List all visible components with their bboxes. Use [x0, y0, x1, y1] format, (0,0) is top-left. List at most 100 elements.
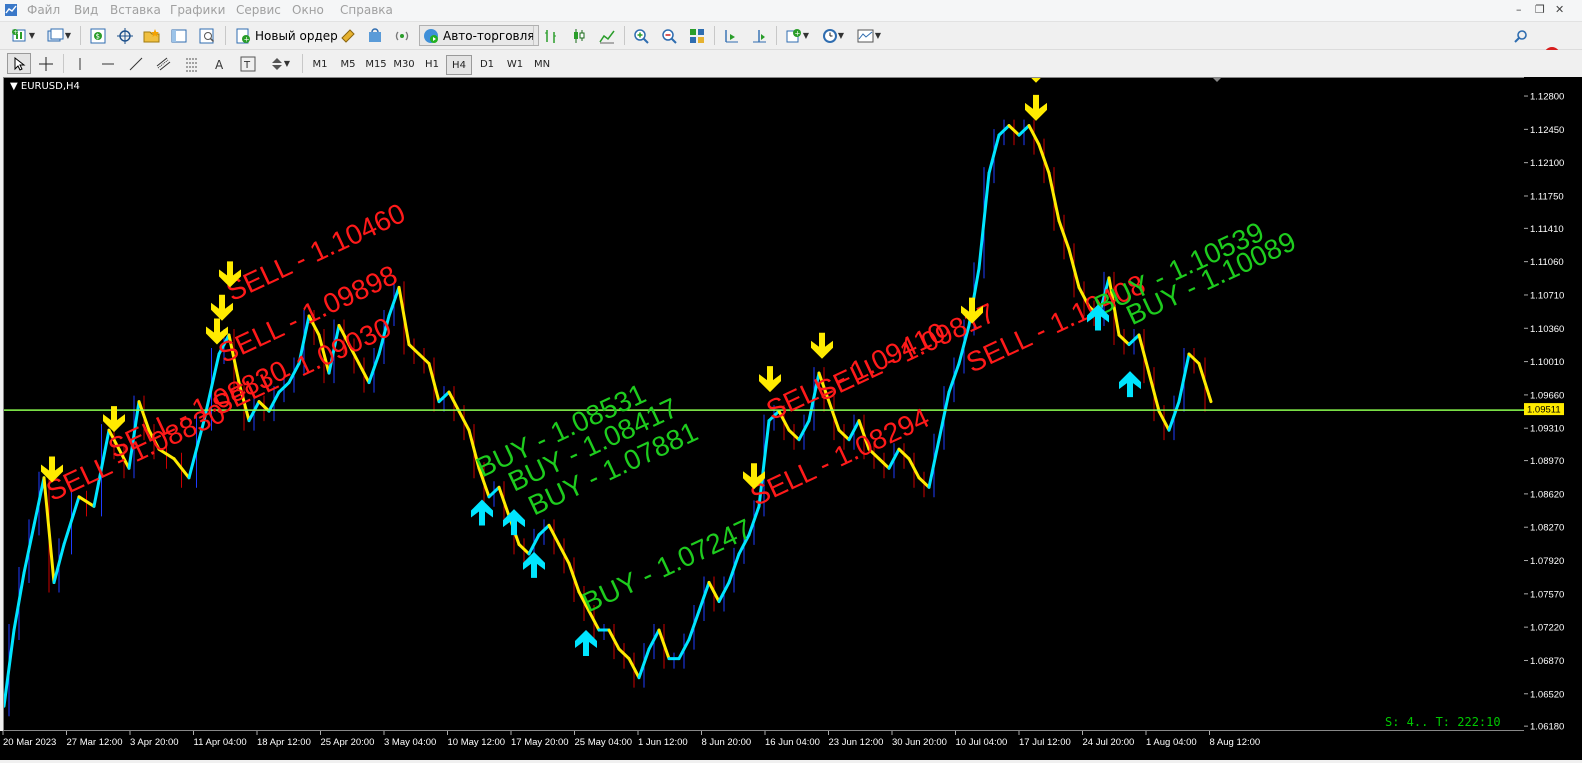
menu-help[interactable]: Справка — [340, 3, 393, 17]
price-tick-label: 1.11060 — [1530, 257, 1564, 268]
menu-file[interactable]: Файл — [27, 3, 60, 17]
bar-chart-icon — [545, 29, 556, 43]
timeframe-w1[interactable]: W1 — [503, 55, 527, 73]
time-axis: 20 Mar 2023 27 Mar 12:00 3 Apr 20:00 11 Apr… — [0, 731, 1582, 760]
time-tick-label: 23 Jun 12:00 — [829, 737, 884, 748]
price-tick-label: 1.06180 — [1530, 722, 1564, 731]
zoom-out-button[interactable] — [658, 25, 680, 46]
terminal-icon — [171, 29, 187, 42]
autoscroll-button[interactable] — [720, 25, 742, 46]
sell-arrow-icon — [1025, 94, 1047, 121]
time-tick-label: 27 Mar 12:00 — [67, 737, 123, 748]
channel-icon — [156, 57, 171, 70]
crosshair-icon — [117, 27, 133, 44]
svg-text:+: + — [794, 29, 800, 37]
chevron-down-icon: ▼ — [802, 31, 810, 40]
search-button[interactable] — [1512, 25, 1530, 46]
line-studies-toolbar: A T ▼ M1 M5 M15 M30 H1 H4 D1 W1 MN — [0, 50, 1582, 76]
fibonacci-icon — [186, 58, 198, 71]
chart-window[interactable]: SELL - 1.08830 SELL - 1.08830 SELL - 1.104… — [3, 77, 1525, 731]
timeframe-m5[interactable]: M5 — [336, 55, 360, 73]
timeframe-m30[interactable]: M30 — [391, 55, 417, 73]
new-chart-icon: + — [11, 28, 26, 41]
text-label-button[interactable]: T — [237, 53, 259, 74]
toolbar-separator — [714, 26, 715, 45]
auto-trading-button[interactable]: Авто-торговля — [419, 25, 539, 46]
chevron-down-icon: ▼ — [28, 31, 36, 40]
timeframe-d1[interactable]: D1 — [475, 55, 499, 73]
terminal-button[interactable] — [168, 25, 190, 46]
metaeditor-button[interactable] — [337, 25, 359, 46]
timeframe-mn[interactable]: MN — [530, 55, 554, 73]
auto-trading-icon — [424, 28, 438, 43]
line-chart-button[interactable] — [596, 25, 618, 46]
vertical-line-button[interactable] — [69, 53, 91, 74]
time-tick-label: 30 Jun 20:00 — [892, 737, 947, 748]
market-watch-icon: $ — [90, 28, 106, 43]
chart-shift-marker[interactable] — [1212, 77, 1222, 82]
text-tool-button[interactable]: A — [209, 53, 231, 74]
new-chart-button[interactable]: + ▼ — [8, 25, 38, 46]
menu-charts[interactable]: Графики — [170, 3, 225, 17]
templates-button[interactable]: ▼ — [854, 25, 884, 46]
periods-button[interactable]: ▼ — [818, 25, 848, 46]
close-button[interactable]: ✕ — [1555, 3, 1564, 16]
autoscroll-icon — [725, 29, 738, 42]
chart-shift-button[interactable] — [748, 25, 770, 46]
market-icon — [369, 27, 381, 42]
price-chart[interactable]: SELL - 1.08830SELL - 1.08830SELL - 1.104… — [4, 78, 1524, 730]
timeframe-h1[interactable]: H1 — [420, 55, 444, 73]
trendline-button[interactable] — [125, 53, 147, 74]
channel-button[interactable] — [153, 53, 175, 74]
toolbar-separator — [302, 54, 303, 73]
menu-view[interactable]: Вид — [74, 3, 98, 17]
time-tick-label: 25 May 04:00 — [575, 737, 633, 748]
toolbar-separator — [624, 26, 625, 45]
navigator-button[interactable] — [141, 25, 163, 46]
restore-button[interactable]: ❐ — [1535, 3, 1545, 16]
buy-arrow-icon — [1119, 371, 1141, 398]
tile-windows-button[interactable] — [686, 25, 708, 46]
horizontal-line-button[interactable] — [97, 53, 119, 74]
time-tick-label: 24 Jul 20:00 — [1083, 737, 1135, 748]
crosshair-tool-icon — [39, 56, 53, 71]
signals-button[interactable] — [391, 25, 413, 46]
bar-chart-button[interactable] — [540, 25, 562, 46]
menu-tools[interactable]: Сервис — [236, 3, 281, 17]
cursor-icon — [14, 56, 26, 71]
price-tick-label: 1.10360 — [1530, 324, 1564, 335]
cursor-tool-button[interactable] — [7, 53, 31, 74]
data-window-button[interactable] — [114, 25, 136, 46]
profiles-button[interactable]: ▼ — [44, 25, 74, 46]
chevron-down-icon: ▼ — [283, 59, 291, 68]
zoom-in-button[interactable] — [630, 25, 652, 46]
trendline-icon — [129, 57, 143, 70]
indicators-button[interactable]: + ▼ — [782, 25, 812, 46]
timer-status: S: 4.. T: 222:10 — [1385, 715, 1501, 729]
timeframe-m15[interactable]: M15 — [363, 55, 389, 73]
price-axis-scale: 1.12800 1.12450 1.12100 1.11750 1.11410 1.110… — [1524, 92, 1564, 733]
chart-symbol-label: EURUSD,H4 — [20, 81, 80, 92]
shapes-button[interactable]: ▼ — [265, 53, 295, 74]
buy-signal-label: BUY - 1.07247 — [577, 513, 756, 619]
candlestick-icon — [574, 28, 585, 43]
zoom-in-icon — [634, 28, 649, 44]
candlestick-button[interactable] — [568, 25, 590, 46]
menu-window[interactable]: Окно — [292, 3, 324, 17]
timeframe-m1[interactable]: M1 — [308, 55, 332, 73]
signal-icon — [395, 31, 409, 40]
market-watch-button[interactable]: $ — [87, 25, 109, 46]
price-tick-label: 1.07920 — [1530, 556, 1564, 567]
toolbar-separator — [63, 54, 64, 73]
tester-button[interactable] — [196, 25, 218, 46]
market-button[interactable] — [364, 25, 386, 46]
crosshair-tool-button[interactable] — [35, 53, 57, 74]
sell-arrow-icon — [811, 332, 833, 359]
timeframe-h4[interactable]: H4 — [446, 55, 472, 75]
menu-insert[interactable]: Вставка — [110, 3, 161, 17]
fibonacci-button[interactable] — [181, 53, 203, 74]
minimize-button[interactable]: – — [1516, 3, 1522, 16]
new-order-button[interactable]: + Новый ордер — [232, 25, 341, 46]
app-icon — [5, 4, 17, 16]
price-tick-label: 1.11750 — [1530, 191, 1564, 202]
